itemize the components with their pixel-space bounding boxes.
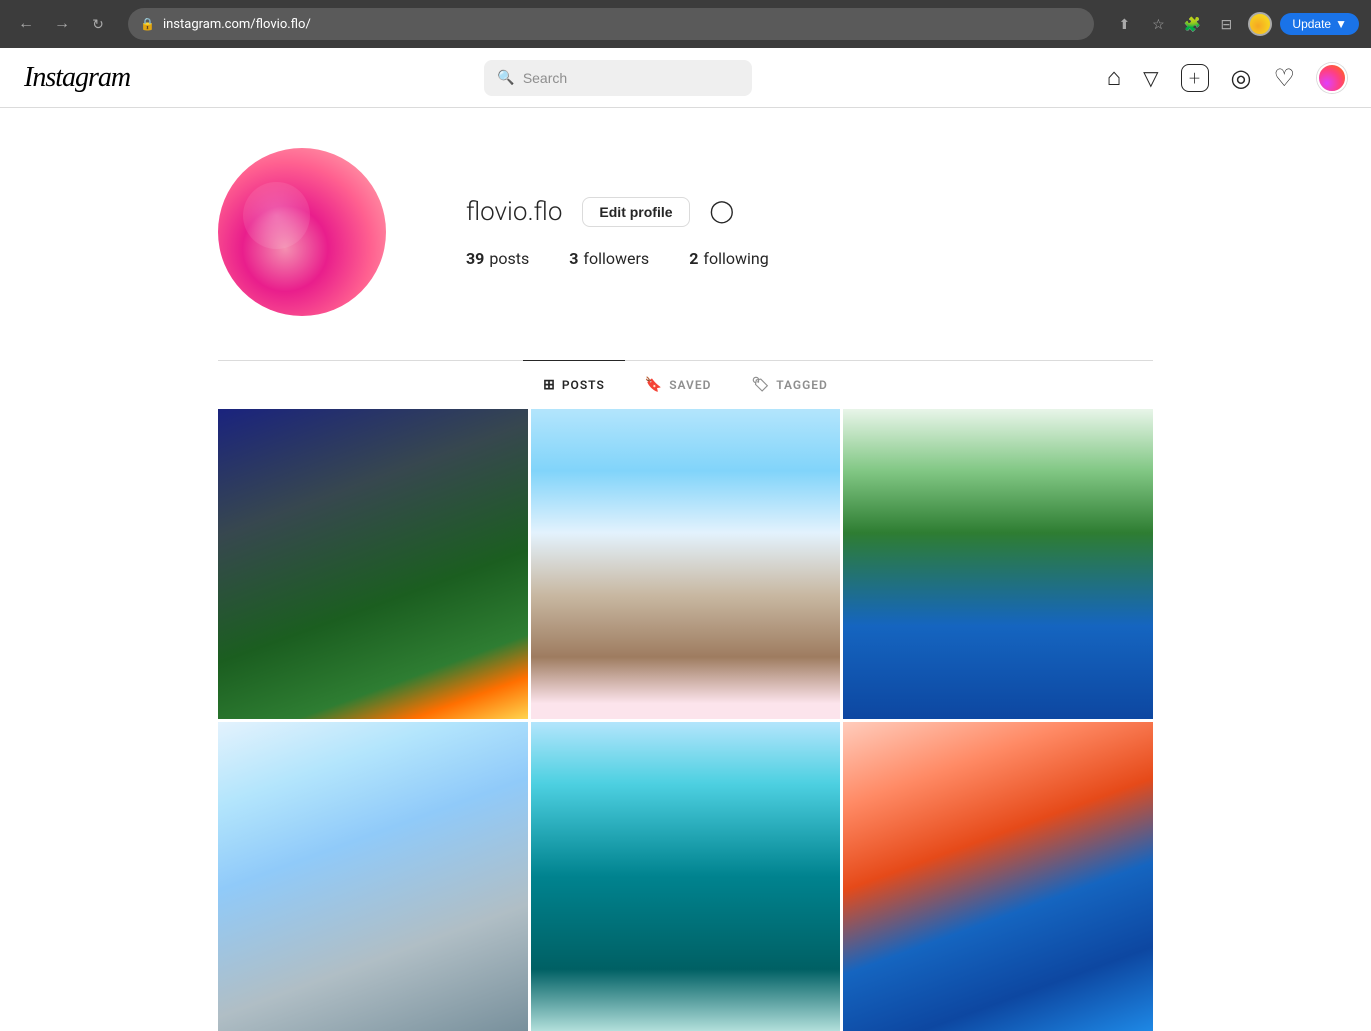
url-bar[interactable]: 🔒 instagram.com/flovio.flo/: [128, 8, 1094, 40]
cast-icon[interactable]: ⊟: [1212, 10, 1240, 38]
profile-top: flovio.flo Edit profile ◯: [466, 197, 1153, 227]
posts-grid: [218, 409, 1153, 1031]
tab-saved[interactable]: 🔖 SAVED: [625, 360, 732, 409]
followers-count: 3: [569, 249, 578, 268]
grid-item[interactable]: [843, 409, 1153, 719]
filter-icon[interactable]: ▽: [1143, 66, 1158, 90]
profile-avatar-nav[interactable]: [1317, 63, 1347, 93]
download-icon[interactable]: ⬆: [1110, 10, 1138, 38]
following-stat[interactable]: 2 following: [689, 249, 769, 268]
home-icon[interactable]: ⌂: [1107, 63, 1122, 92]
grid-item[interactable]: [218, 722, 528, 1031]
url-text: instagram.com/flovio.flo/: [163, 17, 311, 32]
profile-avatar-wrap: [218, 148, 386, 316]
posts-stat: 39 posts: [466, 249, 529, 268]
grid-item[interactable]: [531, 409, 841, 719]
grid-item[interactable]: [531, 722, 841, 1031]
profile-avatar[interactable]: [218, 148, 386, 316]
profile-section: flovio.flo Edit profile ◯ 39 posts 3 fol…: [218, 108, 1153, 360]
update-button[interactable]: Update ▼: [1280, 13, 1359, 35]
compass-icon[interactable]: ◎: [1231, 64, 1252, 92]
main-content: flovio.flo Edit profile ◯ 39 posts 3 fol…: [198, 108, 1173, 1031]
search-bar[interactable]: 🔍: [484, 60, 752, 96]
instagram-logo[interactable]: Instagram: [24, 62, 130, 94]
profile-stats: 39 posts 3 followers 2 following: [466, 249, 1153, 268]
profile-icon[interactable]: [1246, 10, 1274, 38]
followers-label: followers: [583, 249, 649, 268]
search-icon: 🔍: [497, 70, 514, 86]
add-icon[interactable]: +: [1181, 64, 1209, 92]
following-count: 2: [689, 249, 698, 268]
main-nav: ⌂ ▽ + ◎ ♡: [1107, 63, 1347, 93]
grid-item[interactable]: [218, 409, 528, 719]
tagged-tab-icon: 🏷: [751, 377, 770, 393]
browser-chrome: ← → ↻ 🔒 instagram.com/flovio.flo/ ⬆ ☆ 🧩 …: [0, 0, 1371, 48]
edit-profile-button[interactable]: Edit profile: [582, 197, 689, 227]
profile-tabs: ⊞ POSTS 🔖 SAVED 🏷 TAGGED: [218, 360, 1153, 409]
posts-label: posts: [489, 249, 529, 268]
reload-button[interactable]: ↻: [84, 10, 112, 38]
profile-info: flovio.flo Edit profile ◯ 39 posts 3 fol…: [466, 197, 1153, 268]
instagram-header: Instagram 🔍 ⌂ ▽ + ◎ ♡: [0, 48, 1371, 108]
saved-tab-icon: 🔖: [645, 377, 663, 393]
posts-tab-icon: ⊞: [543, 377, 556, 393]
followers-stat[interactable]: 3 followers: [569, 249, 649, 268]
heart-icon[interactable]: ♡: [1273, 64, 1295, 92]
tab-posts-label: POSTS: [562, 378, 605, 392]
lock-icon: 🔒: [140, 17, 155, 31]
puzzle-icon[interactable]: 🧩: [1178, 10, 1206, 38]
tab-tagged[interactable]: 🏷 TAGGED: [731, 360, 847, 409]
back-button[interactable]: ←: [12, 10, 40, 38]
browser-actions: ⬆ ☆ 🧩 ⊟ Update ▼: [1110, 10, 1359, 38]
grid-item[interactable]: [843, 722, 1153, 1031]
bookmark-icon[interactable]: ☆: [1144, 10, 1172, 38]
posts-count: 39: [466, 249, 484, 268]
forward-button[interactable]: →: [48, 10, 76, 38]
tab-saved-label: SAVED: [669, 378, 711, 392]
tab-posts[interactable]: ⊞ POSTS: [523, 360, 625, 409]
settings-icon[interactable]: ◯: [710, 199, 735, 224]
profile-username: flovio.flo: [466, 199, 562, 225]
tab-tagged-label: TAGGED: [776, 378, 828, 392]
search-input[interactable]: [523, 70, 740, 86]
following-label: following: [703, 249, 768, 268]
